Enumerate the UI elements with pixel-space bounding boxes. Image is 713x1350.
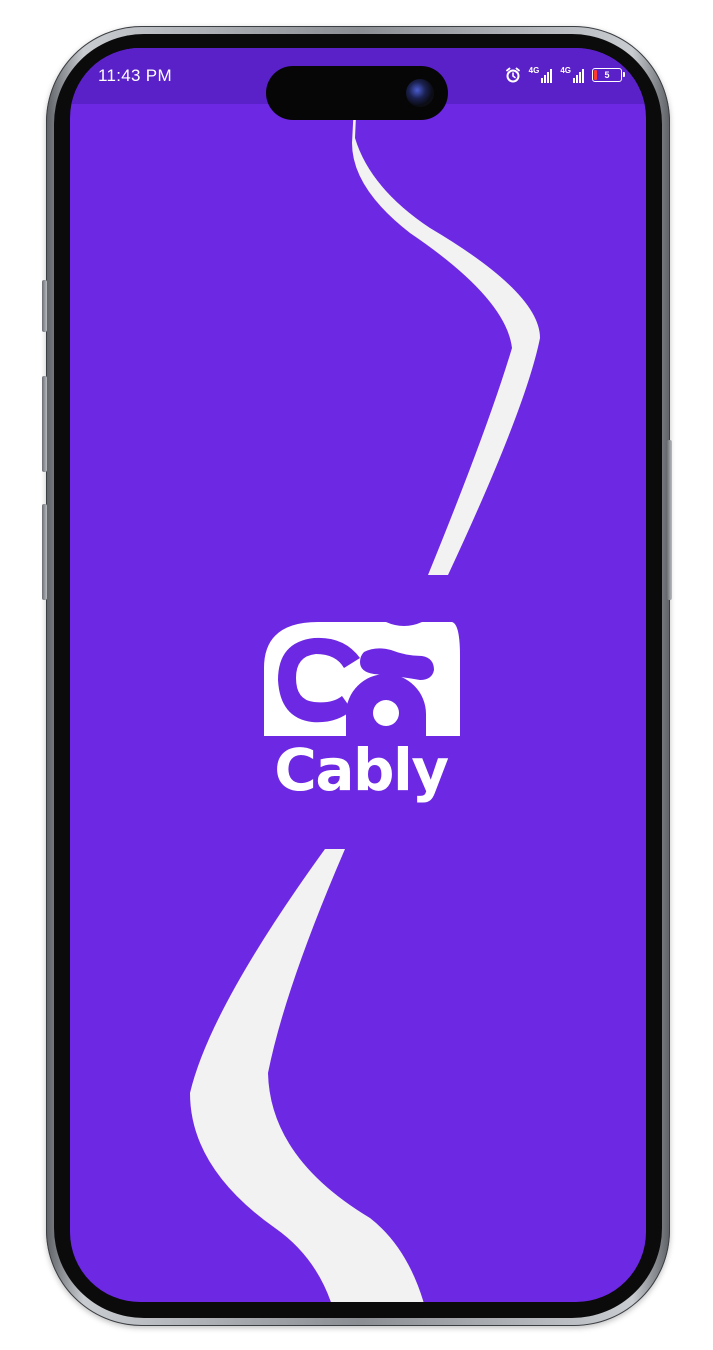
signal-icon: 4G	[560, 67, 584, 83]
network-type-label: 4G	[560, 66, 571, 75]
ribbon-bottom	[190, 849, 424, 1302]
brand-logo: Cably	[256, 616, 466, 816]
action-button	[42, 280, 47, 332]
alarm-icon	[505, 67, 520, 83]
camera-icon	[406, 79, 434, 107]
splash-screen: 11:43 PM 4G 4G 5 Cably	[70, 48, 646, 1302]
battery-fill	[594, 70, 597, 80]
status-icons: 4G 4G 5	[505, 67, 625, 83]
signal-icon: 4G	[529, 67, 553, 83]
battery-level: 5	[604, 70, 610, 80]
brand-name: Cably	[274, 736, 449, 804]
dynamic-island	[266, 66, 448, 120]
volume-down-button	[42, 504, 47, 600]
status-time: 11:43 PM	[98, 66, 172, 85]
network-type-label: 4G	[528, 66, 540, 75]
power-button	[667, 440, 672, 600]
battery-icon: 5	[592, 68, 625, 82]
ribbon-top	[352, 48, 540, 575]
volume-up-button	[42, 376, 47, 472]
cably-logo-icon	[264, 622, 460, 744]
